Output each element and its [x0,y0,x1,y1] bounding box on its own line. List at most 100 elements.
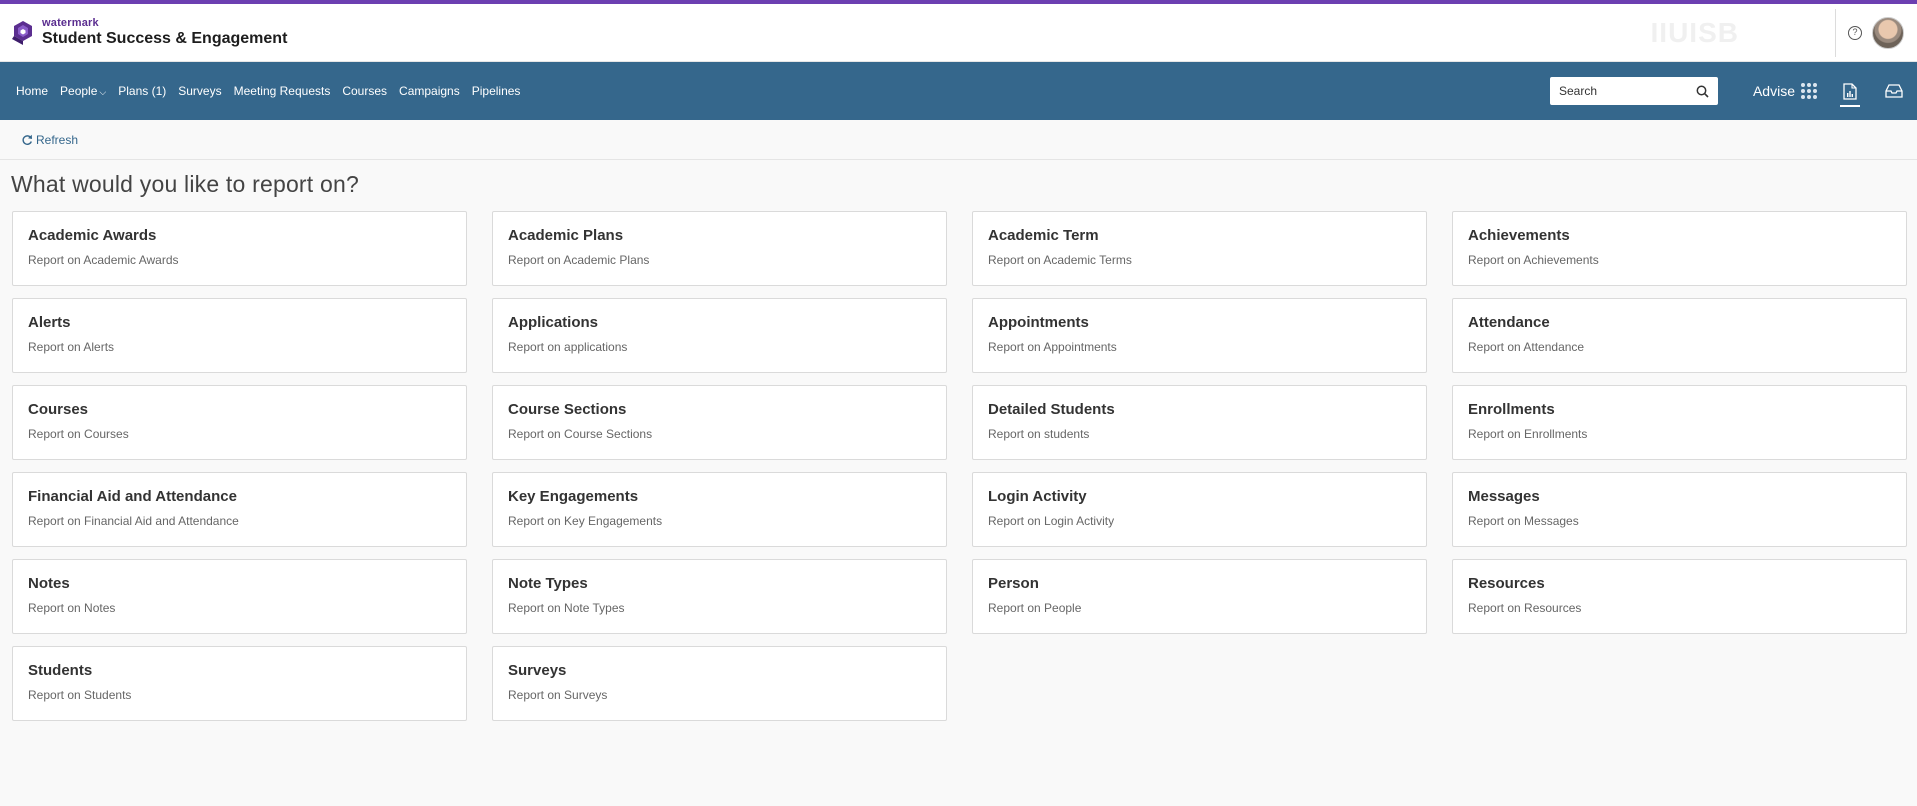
refresh-label: Refresh [36,132,79,147]
brand-text: watermark Student Success & Engagement [42,18,287,47]
card-title: Login Activity [988,488,1087,505]
page-title: What would you like to report on? [11,171,359,197]
card-title: Note Types [508,575,588,592]
report-card-note-types[interactable]: Note Types Report on Note Types [492,559,947,634]
chevron-down-icon: ⌵ [99,87,107,97]
card-title: Person [988,575,1039,592]
user-avatar[interactable] [1872,17,1904,49]
report-card-surveys[interactable]: Surveys Report on Surveys [492,646,947,721]
report-card-login-activity[interactable]: Login Activity Report on Login Activity [972,472,1427,547]
nav-plans[interactable]: Plans (1) [118,84,166,98]
report-cards-grid: Academic Awards Report on Academic Award… [12,211,1907,721]
report-card-academic-term[interactable]: Academic Term Report on Academic Terms [972,211,1427,286]
report-card-courses[interactable]: Courses Report on Courses [12,385,467,460]
card-title: Notes [28,575,70,592]
report-card-attendance[interactable]: Attendance Report on Attendance [1452,298,1907,373]
search-icon[interactable] [1696,85,1709,98]
card-title: Appointments [988,314,1089,331]
app-switcher-icon[interactable] [1801,83,1817,99]
brand-name-small: watermark [42,17,99,29]
card-title: Course Sections [508,401,627,418]
report-card-key-engagements[interactable]: Key Engagements Report on Key Engagement… [492,472,947,547]
card-subtitle: Report on Enrollments [1468,427,1588,441]
nav-people[interactable]: People ⌵ [60,84,106,98]
card-subtitle: Report on applications [508,340,628,354]
card-subtitle: Report on Financial Aid and Attendance [28,514,239,528]
report-card-achievements[interactable]: Achievements Report on Achievements [1452,211,1907,286]
advise-menu-label[interactable]: Advise [1753,83,1795,99]
inbox-button[interactable] [1885,84,1903,98]
toolbar: Refresh [0,120,1917,160]
card-title: Attendance [1468,314,1550,331]
card-title: Surveys [508,662,567,679]
report-card-course-sections[interactable]: Course Sections Report on Course Section… [492,385,947,460]
search-input[interactable] [1558,84,1689,98]
card-title: Financial Aid and Attendance [28,488,237,505]
card-subtitle: Report on Login Activity [988,514,1115,528]
card-subtitle: Report on Appointments [988,340,1117,354]
brand-right: IIUISB ? [1651,4,1917,62]
watermark-logo-icon [12,20,32,45]
nav-meeting-requests[interactable]: Meeting Requests [234,84,331,98]
card-subtitle: Report on Key Engagements [508,514,663,528]
help-icon[interactable]: ? [1848,26,1862,40]
app-title: Student Success & Engagement [42,30,288,47]
nav-courses[interactable]: Courses [342,84,387,98]
nav-home[interactable]: Home [16,84,48,98]
card-title: Achievements [1468,227,1570,244]
nav-links: Home People ⌵ Plans (1) Surveys Meeting R… [0,84,532,98]
card-subtitle: Report on Surveys [508,688,608,702]
card-subtitle: Report on Course Sections [508,427,653,441]
card-title: Academic Term [988,227,1099,244]
report-card-financial-aid-and-attendance[interactable]: Financial Aid and Attendance Report on F… [12,472,467,547]
card-subtitle: Report on Note Types [508,601,625,615]
card-subtitle: Report on Courses [28,427,129,441]
card-title: Academic Plans [508,227,624,244]
report-card-enrollments[interactable]: Enrollments Report on Enrollments [1452,385,1907,460]
header-divider [1835,9,1836,57]
nav-right: Advise [1549,62,1917,120]
report-card-academic-awards[interactable]: Academic Awards Report on Academic Award… [12,211,467,286]
report-card-resources[interactable]: Resources Report on Resources [1452,559,1907,634]
card-title: Alerts [28,314,71,331]
card-title: Students [28,662,93,679]
card-title: Academic Awards [28,227,157,244]
search-box [1549,77,1718,105]
report-card-academic-plans[interactable]: Academic Plans Report on Academic Plans [492,211,947,286]
brand-header: watermark Student Success & Engagement I… [0,4,1917,62]
report-card-notes[interactable]: Notes Report on Notes [12,559,467,634]
card-subtitle: Report on People [988,601,1082,615]
report-card-applications[interactable]: Applications Report on applications [492,298,947,373]
report-card-detailed-students[interactable]: Detailed Students Report on students [972,385,1427,460]
card-subtitle: Report on Academic Terms [988,253,1132,267]
card-title: Key Engagements [508,488,639,505]
card-subtitle: Report on Academic Plans [508,253,650,267]
card-title: Resources [1468,575,1545,592]
nav-surveys[interactable]: Surveys [178,84,221,98]
card-subtitle: Report on Alerts [28,340,115,354]
report-card-messages[interactable]: Messages Report on Messages [1452,472,1907,547]
card-subtitle: Report on Messages [1468,514,1579,528]
card-subtitle: Report on Resources [1468,601,1582,615]
card-subtitle: Report on Achievements [1468,253,1599,267]
refresh-button[interactable]: Refresh [21,133,78,147]
main-nav: Home People ⌵ Plans (1) Surveys Meeting R… [0,62,1917,120]
nav-people-label: People [60,84,98,98]
card-subtitle: Report on Students [28,688,132,702]
report-card-alerts[interactable]: Alerts Report on Alerts [12,298,467,373]
card-subtitle: Report on Attendance [1468,340,1585,354]
card-subtitle: Report on Notes [28,601,116,615]
nav-pipelines[interactable]: Pipelines [472,84,521,98]
card-subtitle: Report on students [988,427,1090,441]
institution-logo: IIUISB [1650,17,1739,48]
inbox-icon [1885,84,1903,98]
nav-campaigns[interactable]: Campaigns [399,84,460,98]
reports-tab[interactable] [1840,62,1860,120]
card-title: Applications [508,314,599,331]
report-card-person[interactable]: Person Report on People [972,559,1427,634]
card-title: Courses [28,401,89,418]
report-card-students[interactable]: Students Report on Students [12,646,467,721]
report-card-appointments[interactable]: Appointments Report on Appointments [972,298,1427,373]
card-title: Messages [1468,488,1540,505]
card-title: Detailed Students [988,401,1115,418]
